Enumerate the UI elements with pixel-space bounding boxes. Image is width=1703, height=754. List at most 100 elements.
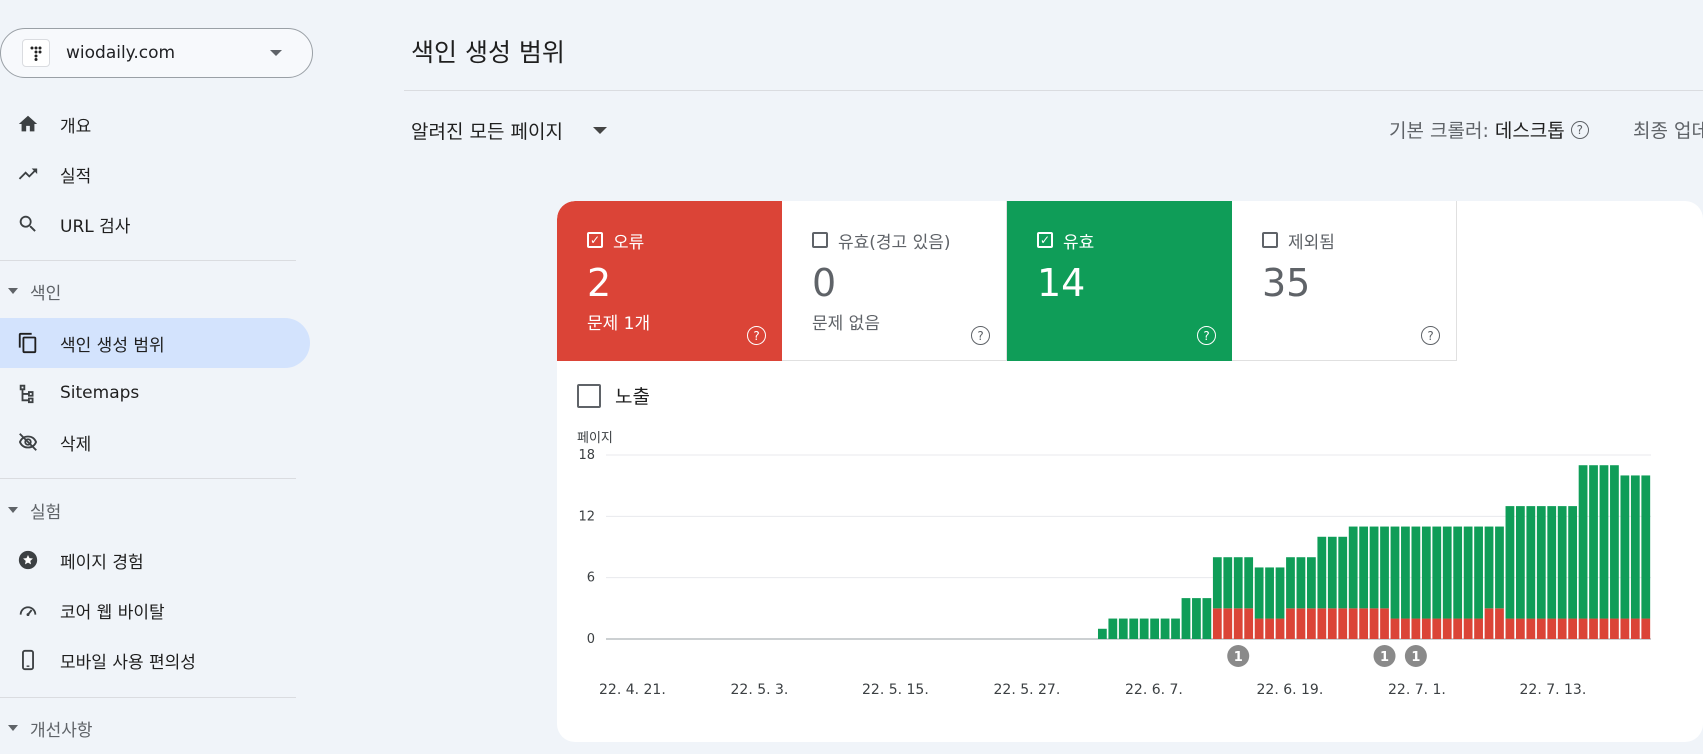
bar-error	[1348, 608, 1358, 639]
tile-valid-warning[interactable]: 유효(경고 있음) 0 문제 없음 ?	[782, 201, 1007, 361]
bar-valid	[1108, 618, 1118, 639]
bar-valid	[1348, 526, 1358, 609]
bar-error	[1338, 608, 1348, 639]
smartphone-icon	[16, 648, 40, 672]
tile-excluded-count: 35	[1262, 261, 1311, 305]
help-icon[interactable]: ?	[1421, 326, 1440, 345]
bar-valid	[1536, 506, 1546, 619]
tile-error[interactable]: ✓ 오류 2 문제 1개 ?	[557, 201, 782, 361]
help-icon[interactable]: ?	[1197, 326, 1216, 345]
bar-error	[1369, 608, 1379, 639]
caret-down-icon	[8, 507, 18, 513]
bar-valid	[1118, 618, 1128, 639]
bar-error	[1557, 618, 1567, 639]
tile-valid-count: 14	[1037, 261, 1086, 305]
crawler-label: 기본 크롤러:	[1389, 120, 1489, 142]
nav-mobile-usability[interactable]: 모바일 사용 편의성	[0, 635, 310, 685]
checkbox-checked-icon[interactable]: ✓	[587, 232, 603, 248]
search-icon	[16, 212, 40, 236]
coverage-chart: 페이지 0 6 12 18 1 1 1 22. 4. 21. 22. 5. 3. 22. 5. 15…	[577, 431, 1651, 698]
bar-valid	[1317, 536, 1327, 609]
bar-error	[1212, 608, 1222, 639]
bar-valid	[1630, 475, 1640, 619]
bar-valid	[1275, 567, 1285, 619]
impressions-label: 노출	[615, 386, 650, 408]
bar-valid	[1192, 598, 1201, 639]
crawler-value: 데스크톱	[1494, 120, 1565, 142]
y-tick-label: 18	[578, 448, 595, 463]
nav-url-inspection-label: URL 검사	[60, 216, 131, 237]
bar-valid	[1139, 618, 1149, 639]
bar-error	[1578, 618, 1588, 639]
nav-index-coverage[interactable]: 색인 생성 범위	[0, 318, 310, 368]
page-filter-label: 알려진 모든 페이지	[411, 120, 563, 143]
tile-valid[interactable]: ✓ 유효 14 ?	[1007, 201, 1232, 361]
sidebar-divider	[0, 478, 296, 479]
nav-removals-label: 삭제	[60, 434, 92, 455]
bar-error	[1359, 608, 1369, 639]
bar-error	[1495, 608, 1504, 639]
checkbox-checked-icon[interactable]: ✓	[1037, 232, 1053, 248]
annotation-label: 1	[1234, 650, 1243, 665]
help-icon[interactable]: ?	[747, 326, 766, 345]
help-icon[interactable]: ?	[1570, 120, 1589, 139]
last-update: 최종 업데	[1633, 120, 1703, 142]
bar-valid	[1369, 526, 1379, 609]
nav-core-web-vitals[interactable]: 코어 웹 바이탈	[0, 585, 310, 635]
bar-valid	[1160, 618, 1170, 639]
bar-valid	[1421, 526, 1431, 619]
nav-page-experience[interactable]: 페이지 경험	[0, 535, 310, 585]
x-tick-label: 22. 7. 13.	[1520, 682, 1587, 698]
tile-warning-title: 유효(경고 있음)	[838, 233, 951, 253]
bar-error	[1515, 618, 1525, 639]
bar-valid	[1411, 526, 1421, 619]
nav-url-inspection[interactable]: URL 검사	[0, 199, 310, 249]
y-tick-label: 12	[578, 509, 595, 524]
y-axis-label: 페이지	[577, 431, 613, 446]
bar-valid	[1453, 526, 1463, 619]
impressions-toggle[interactable]: 노출	[577, 382, 650, 409]
bar-valid	[1589, 465, 1598, 619]
caret-down-icon	[8, 288, 18, 294]
bar-error	[1306, 608, 1316, 639]
bar-valid	[1599, 465, 1609, 619]
checkbox-icon[interactable]	[1262, 232, 1278, 248]
x-tick-label: 22. 5. 15.	[862, 682, 929, 698]
bar-error	[1463, 618, 1473, 639]
bar-error	[1474, 618, 1483, 639]
y-tick-label: 0	[587, 632, 595, 647]
nav-removals[interactable]: 삭제	[0, 417, 310, 467]
section-index[interactable]: 색인	[0, 271, 296, 311]
nav-performance[interactable]: 실적	[0, 149, 310, 199]
tile-excluded[interactable]: 제외됨 35 ?	[1232, 201, 1457, 361]
section-experience[interactable]: 실험	[0, 490, 296, 530]
bar-valid	[1442, 526, 1452, 619]
bar-error	[1505, 618, 1515, 639]
page-filter-dropdown[interactable]: 알려진 모든 페이지	[411, 115, 607, 145]
nav-overview[interactable]: 개요	[0, 99, 310, 149]
bar-error	[1390, 618, 1400, 639]
bar-valid	[1515, 506, 1525, 619]
section-index-label: 색인	[30, 283, 62, 304]
checkbox-icon[interactable]	[577, 383, 601, 408]
annotation-label: 1	[1380, 650, 1389, 665]
nav-sitemaps[interactable]: Sitemaps	[0, 368, 310, 418]
x-tick-label: 22. 4. 21.	[599, 682, 666, 698]
bar-valid	[1432, 526, 1442, 619]
bar-error	[1401, 618, 1410, 639]
section-enhancements[interactable]: 개선사항	[0, 708, 296, 748]
bar-valid	[1526, 506, 1536, 619]
tile-excluded-title: 제외됨	[1288, 233, 1335, 253]
checkbox-icon[interactable]	[812, 232, 828, 248]
bar-error	[1610, 618, 1619, 639]
caret-down-icon	[270, 50, 282, 56]
tile-warning-count: 0	[812, 261, 837, 305]
help-icon[interactable]: ?	[971, 326, 990, 345]
property-selector[interactable]: wiodaily.com	[0, 28, 313, 78]
bar-error	[1432, 618, 1442, 639]
eye-off-icon	[16, 430, 40, 454]
bar-valid	[1610, 465, 1619, 619]
site-logo	[22, 39, 50, 67]
bar-error	[1442, 618, 1452, 639]
bar-valid	[1620, 475, 1630, 619]
